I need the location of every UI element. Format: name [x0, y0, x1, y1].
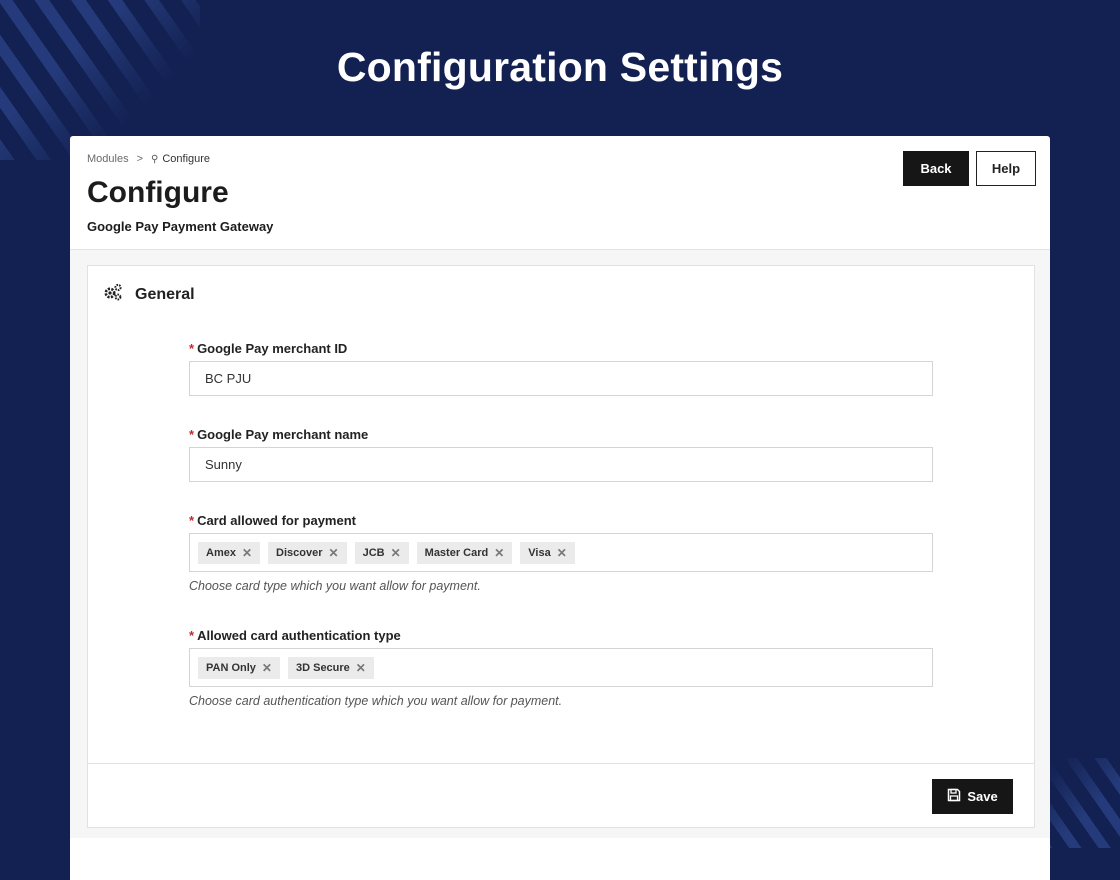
auth-hint: Choose card authentication type which yo…: [189, 694, 563, 708]
breadcrumb-modules-link[interactable]: Modules: [87, 153, 129, 165]
tag-chip: PAN Only ✕: [198, 656, 280, 679]
remove-tag-icon[interactable]: ✕: [391, 546, 401, 560]
app-window: Modules > ⚲ Configure Configure Google P…: [70, 136, 1050, 880]
tag-chip: Master Card ✕: [416, 541, 513, 564]
save-button[interactable]: Save: [932, 779, 1013, 814]
breadcrumb-current: ⚲ Configure: [151, 153, 210, 165]
tag-chip: Amex ✕: [198, 541, 261, 564]
breadcrumb-current-label: Configure: [162, 153, 211, 165]
cards-hint: Choose card type which you want allow fo…: [189, 579, 481, 593]
breadcrumb-separator: >: [136, 153, 144, 165]
remove-tag-icon[interactable]: ✕: [262, 661, 272, 675]
section-title: General: [135, 285, 195, 303]
hero-title: Configuration Settings: [336, 44, 784, 90]
tag-chip: Visa ✕: [520, 541, 575, 564]
remove-tag-icon[interactable]: ✕: [242, 546, 252, 560]
required-marker: *: [189, 513, 195, 528]
page-header: Modules > ⚲ Configure Configure Google P…: [70, 136, 1050, 250]
general-panel: General *Google Pay merchant ID *Google …: [87, 265, 1035, 828]
tag-chip: Discover ✕: [268, 541, 347, 564]
remove-tag-icon[interactable]: ✕: [557, 546, 567, 560]
page-title: Configure: [87, 176, 229, 209]
cards-field: * Card allowed for payment Amex ✕ Discover…: [189, 513, 933, 593]
breadcrumb: Modules > ⚲ Configure: [87, 153, 210, 165]
merchant-name-input[interactable]: [189, 447, 933, 482]
remove-tag-icon[interactable]: ✕: [494, 546, 504, 560]
decorative-stripes-bottom-right: [1040, 758, 1120, 848]
merchant-name-label: * Google Pay merchant name: [189, 427, 369, 442]
back-button[interactable]: Back: [903, 151, 969, 186]
auth-field: * Allowed card authentication type PAN On…: [189, 628, 933, 708]
cards-multiselect[interactable]: Amex ✕ Discover ✕ JCB ✕ Master Card ✕ Visa ✕: [189, 533, 933, 572]
panel-footer-divider: [88, 763, 1034, 764]
merchant-name-field: * Google Pay merchant name: [189, 427, 933, 482]
save-label: Save: [967, 789, 998, 804]
merchant-id-field: * Google Pay merchant ID: [189, 341, 933, 396]
gears-icon: [103, 283, 123, 306]
help-button[interactable]: Help: [976, 151, 1036, 186]
tag-chip: 3D Secure ✕: [287, 656, 374, 679]
wrench-icon: ⚲: [151, 153, 159, 165]
merchant-id-label: * Google Pay merchant ID: [189, 341, 348, 356]
remove-tag-icon[interactable]: ✕: [356, 661, 366, 675]
required-marker: *: [189, 341, 195, 356]
page-subtitle: Google Pay Payment Gateway: [87, 219, 274, 234]
auth-label: * Allowed card authentication type: [189, 628, 401, 643]
required-marker: *: [189, 628, 195, 643]
content-area: General *Google Pay merchant ID *Google …: [70, 250, 1050, 838]
merchant-id-input[interactable]: [189, 361, 933, 396]
tag-chip: JCB ✕: [354, 541, 409, 564]
section-header: General: [103, 283, 195, 306]
floppy-disk-icon: [947, 788, 961, 805]
remove-tag-icon[interactable]: ✕: [329, 546, 339, 560]
auth-multiselect[interactable]: PAN Only ✕ 3D Secure ✕: [189, 648, 933, 687]
cards-label: * Card allowed for payment: [189, 513, 356, 528]
required-marker: *: [189, 427, 195, 442]
